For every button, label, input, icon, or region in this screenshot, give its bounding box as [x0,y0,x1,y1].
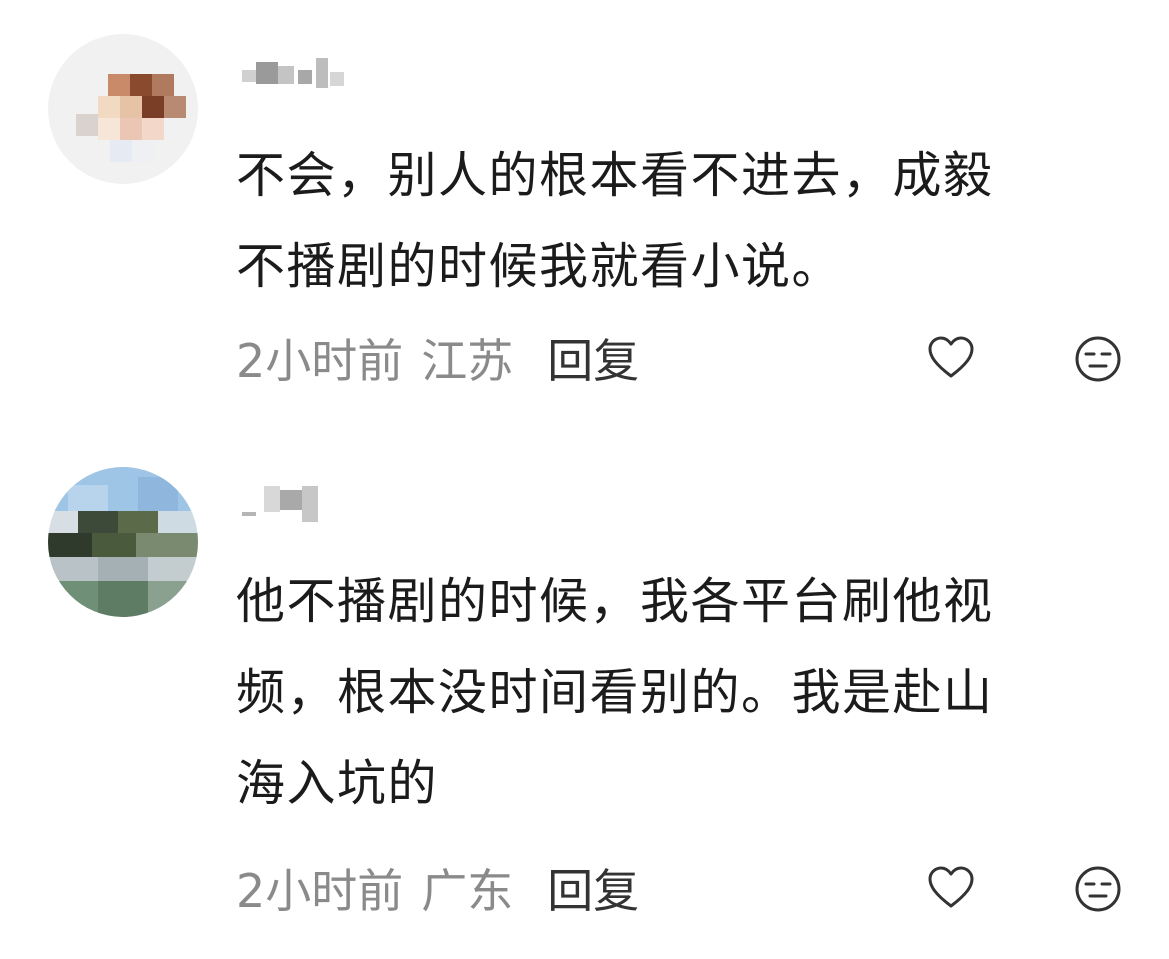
comment-content: 他不播剧的时候，我各平台刷他视 频，根本没时间看别的。我是赴山 海入坑的 [236,573,994,812]
comment-meta: 2小时前 广东 回复 [236,858,639,918]
username[interactable] [238,486,328,526]
meh-face-icon[interactable] [1073,864,1123,914]
comment-time: 2小时前 [236,864,404,918]
comment-time: 2小时前 [236,334,404,388]
meh-face-icon[interactable] [1073,334,1123,384]
comment-item: 他不播剧的时候，我各平台刷他视 频，根本没时间看别的。我是赴山 海入坑的 2小时… [0,440,1169,959]
comment-location: 江苏 [421,334,514,388]
comment-item: 不会，别人的根本看不进去，成毅 不播剧的时候我就看小说。 2小时前 江苏 回复 [0,0,1169,430]
reply-button[interactable]: 回复 [547,325,639,391]
avatar[interactable] [48,34,198,184]
comment-meta: 2小时前 江苏 回复 [236,328,639,388]
heart-outline-icon[interactable] [926,864,976,914]
comment-content: 不会，别人的根本看不进去，成毅 不播剧的时候我就看小说。 [236,147,994,295]
comment-location: 广东 [421,864,514,918]
username[interactable] [238,56,348,96]
reply-button[interactable]: 回复 [547,855,639,921]
avatar[interactable] [48,467,198,617]
heart-outline-icon[interactable] [926,334,976,384]
